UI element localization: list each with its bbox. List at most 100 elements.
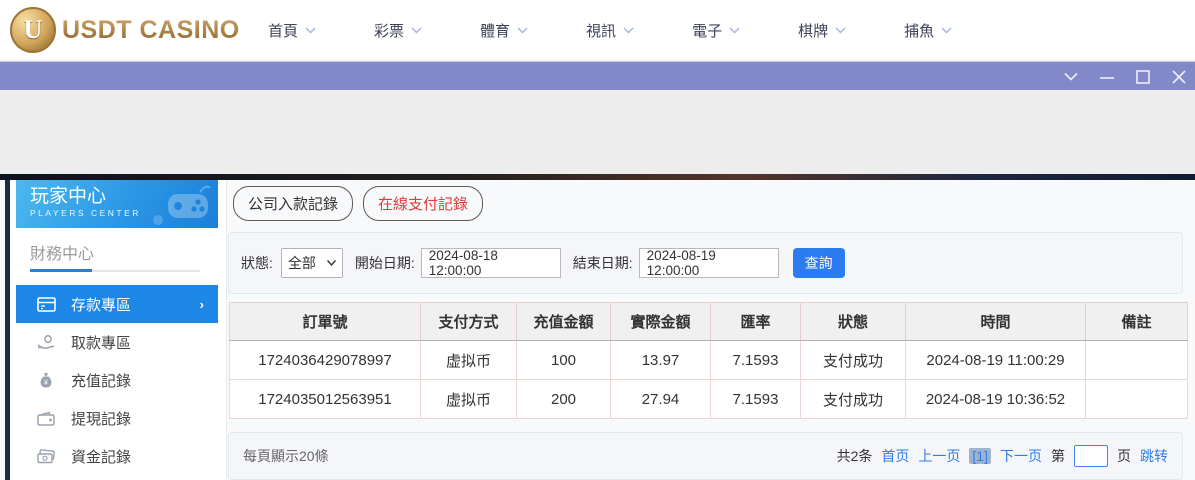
prev-page-link[interactable]: 上一页 [918,446,960,466]
maximize-icon[interactable] [1135,69,1151,85]
filter-bar: 狀態: 全部 開始日期: 2024-08-18 12:00:00 結束日期: 2… [228,232,1183,294]
current-page[interactable]: [1] [969,448,991,464]
jump-page-input[interactable] [1074,445,1108,467]
nav-item-video[interactable]: 視訊 [586,20,634,41]
sidebar-item-deposit-zone[interactable]: 存款專區 › [16,285,218,323]
table-cell: 7.1593 [711,341,801,380]
column-header: 支付方式 [421,303,517,341]
table-cell: 2024-08-19 11:00:29 [906,341,1086,380]
page-size-text: 每頁顯示20條 [243,446,329,466]
sidebar-item-funds-records[interactable]: 資金記錄› [16,437,218,475]
jump-button[interactable]: 跳转 [1140,446,1168,466]
table-cell: 1724036429078997 [230,341,421,380]
chevron-down-icon [305,27,316,34]
nav-item-lottery[interactable]: 彩票 [374,20,422,41]
table-cell: 虚拟币 [421,341,517,380]
table-body: 1724036429078997虚拟币10013.977.1593支付成功202… [230,341,1188,419]
withdraw-hand-icon [36,334,56,350]
sidebar-item-withdraw-zone[interactable]: 取款專區› [16,323,218,361]
next-page-link[interactable]: 下一页 [1000,446,1042,466]
chevron-down-icon [411,27,422,34]
table-row: 1724036429078997虚拟币10013.977.1593支付成功202… [230,341,1188,380]
gamepad-icon [150,182,212,228]
minimize-icon[interactable] [1099,69,1115,85]
end-date-label: 結束日期: [573,253,633,273]
svg-text:¥: ¥ [44,379,48,386]
section-divider [30,270,200,272]
player-center-header: 玩家中心 PLAYERS CENTER [16,180,218,228]
usdt-ball-icon: U [10,7,56,53]
table-cell: 13.97 [611,341,711,380]
wallet-icon [36,411,56,426]
chevron-down-icon [623,27,634,34]
status-select-value: 全部 [288,253,316,273]
table-cell [1086,380,1188,419]
total-count: 共2条 [837,446,873,466]
sidebar-item-label: 存款專區 [71,294,131,315]
brand-logo[interactable]: U USDT CASINO [10,6,240,54]
sidebar-item-label: 取款專區 [71,332,131,353]
nav-item-chess[interactable]: 棋牌 [798,20,846,41]
end-date-input[interactable]: 2024-08-19 12:00:00 [639,248,779,278]
sidebar-item-label: 資金記錄 [71,446,131,467]
table-footer: 每頁顯示20條 共2条 首页 上一页 [1] 下一页 第 页 跳转 [228,432,1183,480]
table-row: 1724035012563951虚拟币20027.947.1593支付成功202… [230,380,1188,419]
logo-letter: U [24,15,43,45]
column-header: 狀態 [801,303,906,341]
column-header: 充值金額 [517,303,611,341]
nav-item-label: 電子 [692,20,722,41]
window-controls [1063,62,1187,91]
sidebar-item-label: 充值記錄 [71,370,131,391]
sidebar-item-recharge-records[interactable]: ¥充值記錄› [16,361,218,399]
sidebar-item-label: 提現記錄 [71,408,131,429]
nav-item-label: 視訊 [586,20,616,41]
nav-item-label: 棋牌 [798,20,828,41]
chevron-down-icon [729,27,740,34]
column-header: 備註 [1086,303,1188,341]
jump-prefix-label: 第 [1051,446,1065,466]
column-header: 時間 [906,303,1086,341]
column-header: 匯率 [711,303,801,341]
collapse-chevron-icon[interactable] [1063,69,1079,85]
window-titlebar [0,61,1195,90]
table-cell: 2024-08-19 10:36:52 [906,380,1086,419]
chevron-down-icon [835,27,846,34]
status-select[interactable]: 全部 [281,248,343,278]
nav-item-fishing[interactable]: 捕魚 [904,20,952,41]
nav-item-home[interactable]: 首頁 [268,20,316,41]
cash-icon [36,449,56,464]
sidebar-divider [226,180,227,480]
first-page-link[interactable]: 首页 [881,446,909,466]
nav-item-slots[interactable]: 電子 [692,20,740,41]
column-header: 實際金額 [611,303,711,341]
table-cell: 7.1593 [711,380,801,419]
table-header: 訂單號支付方式充值金額實際金額匯率狀態時間備註 [230,303,1188,341]
top-nav: 首頁 彩票 體育 視訊 電子 棋牌 捕魚 [268,0,952,61]
nav-item-label: 捕魚 [904,20,934,41]
start-date-input[interactable]: 2024-08-18 12:00:00 [421,248,561,278]
nav-item-label: 首頁 [268,20,298,41]
table-cell: 200 [517,380,611,419]
table-cell: 27.94 [611,380,711,419]
sidebar-menu: 存款專區 ›取款專區› ¥ 充值記錄 › 提現記錄›資金記錄› [16,285,218,475]
nav-item-label: 彩票 [374,20,404,41]
pagination: 共2条 首页 上一页 [1] 下一页 第 页 跳转 [837,445,1168,467]
sidebar-item-withdrawal-records[interactable]: 提現記錄› [16,399,218,437]
table-cell: 1724035012563951 [230,380,421,419]
close-icon[interactable] [1171,69,1187,85]
chevron-down-icon [327,260,336,266]
tab-company-deposit-records[interactable]: 公司入款記錄 [233,186,353,221]
chevron-down-icon [517,27,528,34]
table-cell: 虚拟币 [421,380,517,419]
table-cell [1086,341,1188,380]
nav-item-sports[interactable]: 體育 [480,20,528,41]
table-cell: 100 [517,341,611,380]
chevron-right-icon: › [200,297,204,312]
search-button[interactable]: 查詢 [793,248,845,278]
top-nav-bar: U USDT CASINO 首頁 彩票 體育 視訊 電子 棋牌 捕魚 [0,0,1195,61]
table-cell: 支付成功 [801,341,906,380]
table-cell: 支付成功 [801,380,906,419]
tab-online-payment-records[interactable]: 在線支付記錄 [363,186,483,221]
nav-item-label: 體育 [480,20,510,41]
status-label: 狀態: [241,253,273,273]
